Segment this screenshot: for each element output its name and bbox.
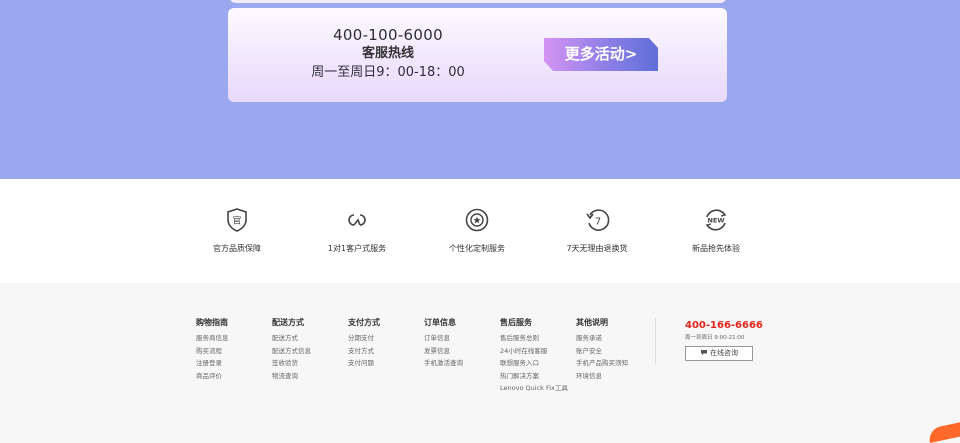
hotline-label: 客服热线 [361, 46, 414, 61]
contact-phone: 400-166-6666 [685, 320, 763, 331]
footer-link[interactable]: 发票信息 [424, 345, 463, 358]
service-guarantees: 官 官方品质保障 1对1客户式服务 个性化定制服务 7 7天无理由退换货 NEW… [0, 179, 960, 283]
custom-service-icon [465, 208, 489, 232]
service-label: 官方品质保障 [213, 244, 261, 253]
footer-divider [655, 318, 656, 364]
footer-link[interactable]: 物流查询 [272, 370, 311, 383]
seven-day-return-icon: 7 [586, 209, 610, 231]
footer-link[interactable]: 手机激活查询 [424, 357, 463, 370]
footer-column-shopping-guide: 购物指南 服务商信息 购买流程 注册登录 商品评价 [196, 317, 229, 382]
footer-link[interactable]: 服务承诺 [576, 332, 628, 345]
footer-link[interactable]: 支付问题 [348, 357, 380, 370]
footer-link[interactable]: 服务商信息 [196, 332, 229, 345]
hotline-hours: 周一至周日9：00-18：00 [311, 65, 465, 80]
footer-link[interactable]: 手机产品购买须知 [576, 357, 628, 370]
footer-column-delivery: 配送方式 配送方式 配送方式信息 签收验货 物流查询 [272, 317, 311, 382]
footer-link[interactable]: 售后服务总则 [500, 332, 568, 345]
footer-link[interactable]: 商品评价 [196, 370, 229, 383]
footer-contact: 400-166-6666 周一到周日 9:00-21:00 在线咨询 [685, 319, 763, 361]
service-item-return[interactable]: 7 7天无理由退换货 [532, 206, 662, 254]
footer-link[interactable]: 环境信息 [576, 370, 628, 383]
site-footer: 购物指南 服务商信息 购买流程 注册登录 商品评价 配送方式 配送方式 配送方式… [0, 283, 960, 433]
footer-link[interactable]: 购买流程 [196, 345, 229, 358]
footer-link[interactable]: 账户安全 [576, 345, 628, 358]
chat-bubble-icon [701, 350, 707, 355]
service-label: 7天无理由退换货 [566, 244, 628, 253]
footer-link[interactable]: 联想服务入口 [500, 357, 568, 370]
one-to-one-service-icon [348, 214, 366, 226]
promo-banner: 400-100-6000 客服热线 周一至周日9：00-18：00 更多活动> [0, 0, 960, 179]
previous-promo-card [229, 0, 727, 3]
new-product-icon: NEW [705, 209, 727, 231]
service-label: 新品抢先体验 [692, 244, 740, 253]
footer-link[interactable]: 注册登录 [196, 357, 229, 370]
footer-link[interactable]: Lenovo Quick Fix工具 [500, 382, 568, 395]
service-item-custom[interactable]: 个性化定制服务 [412, 206, 542, 254]
contact-hours: 周一到周日 9:00-21:00 [685, 335, 745, 341]
online-chat-button[interactable]: 在线咨询 [685, 346, 753, 361]
footer-link[interactable]: 订单信息 [424, 332, 463, 345]
service-item-new-product[interactable]: NEW 新品抢先体验 [651, 206, 781, 254]
service-label: 1对1客户式服务 [327, 244, 387, 253]
footer-link[interactable]: 签收验货 [272, 357, 311, 370]
service-item-quality[interactable]: 官 官方品质保障 [172, 206, 302, 254]
footer-link[interactable]: 配送方式 [272, 332, 311, 345]
hotline-block: 400-100-6000 客服热线 周一至周日9：00-18：00 [288, 26, 488, 83]
footer-column-payment: 支付方式 分期支付 支付方式 支付问题 [348, 317, 380, 370]
footer-link[interactable]: 分期支付 [348, 332, 380, 345]
footer-column-other: 其他说明 服务承诺 账户安全 手机产品购买须知 环境信息 [576, 317, 628, 382]
footer-link[interactable]: 24小时在线客服 [500, 345, 568, 358]
online-chat-label: 在线咨询 [710, 349, 738, 357]
hotline-phone: 400-100-6000 [333, 26, 443, 44]
service-label: 个性化定制服务 [449, 244, 505, 253]
footer-column-title: 订单信息 [424, 318, 456, 327]
footer-link[interactable]: 热门解决方案 [500, 370, 568, 383]
footer-link[interactable]: 配送方式信息 [272, 345, 311, 358]
shield-official-icon: 官 [227, 208, 247, 232]
footer-column-title: 配送方式 [272, 318, 304, 327]
promo-card: 400-100-6000 客服热线 周一至周日9：00-18：00 更多活动> [228, 8, 727, 102]
svg-text:NEW: NEW [707, 217, 724, 225]
footer-column-after-sales: 售后服务 售后服务总则 24小时在线客服 联想服务入口 热门解决方案 Lenov… [500, 317, 568, 395]
footer-link[interactable]: 支付方式 [348, 345, 380, 358]
svg-text:7: 7 [595, 217, 601, 228]
footer-column-title: 支付方式 [348, 318, 380, 327]
footer-column-title: 售后服务 [500, 318, 532, 327]
service-item-one-to-one[interactable]: 1对1客户式服务 [292, 206, 422, 254]
footer-column-order-info: 订单信息 订单信息 发票信息 手机激活查询 [424, 317, 463, 370]
footer-column-title: 购物指南 [196, 318, 228, 327]
svg-text:官: 官 [232, 215, 241, 227]
footer-column-title: 其他说明 [576, 318, 608, 327]
more-activities-button[interactable]: 更多活动> [544, 38, 658, 71]
